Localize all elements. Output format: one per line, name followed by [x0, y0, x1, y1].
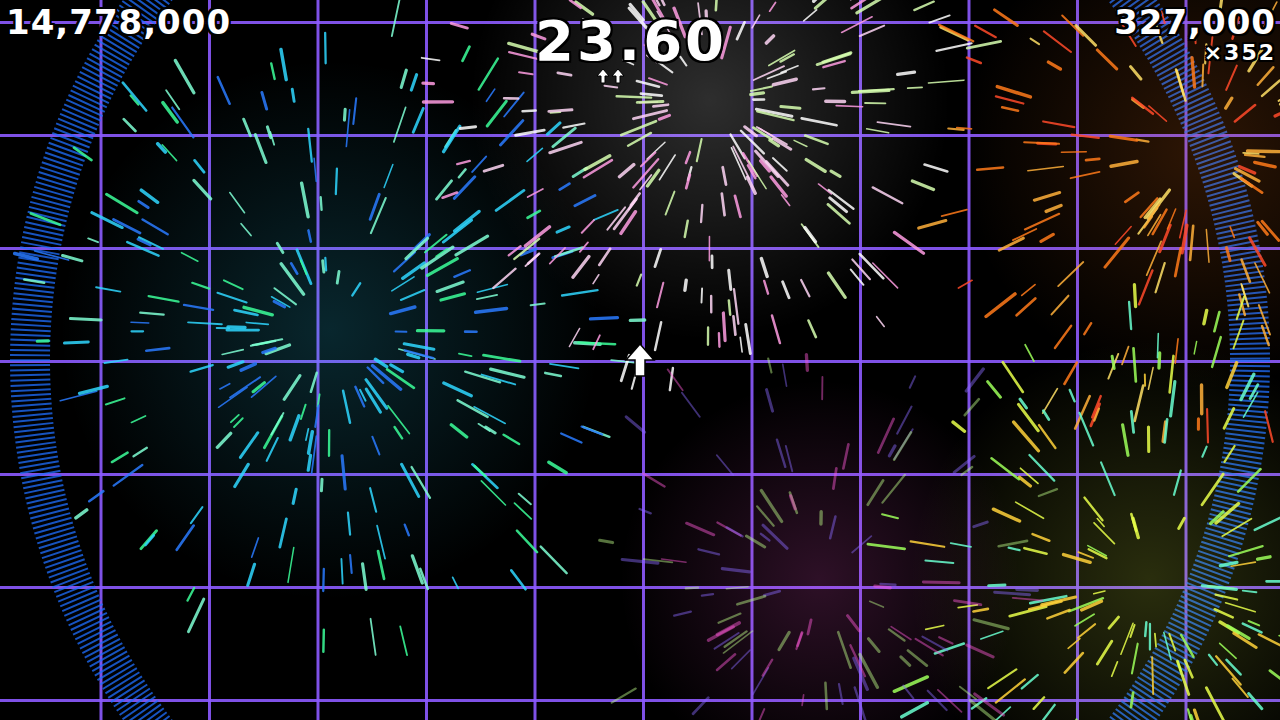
- score: 14,778,000: [6, 4, 231, 41]
- timer: 23.60: [535, 10, 727, 72]
- hud: 14,778,000 23.60 327,000×352: [0, 0, 1280, 720]
- game-screen: 14,778,000 23.60 327,000×352: [0, 0, 1280, 720]
- timer-block: 23.60: [535, 4, 727, 84]
- combo-score: 327,000: [1114, 4, 1276, 41]
- speed-arrow-icon: [611, 68, 625, 84]
- multiplier: ×352: [1204, 41, 1276, 65]
- firework-glow: [960, 0, 1280, 390]
- speed-arrow-icon: [596, 68, 610, 84]
- speed-arrows: [596, 68, 625, 84]
- firework-glow: [470, 0, 950, 340]
- firework-glow: [620, 380, 1020, 720]
- combo-block: 327,000×352: [1114, 4, 1276, 66]
- player-arrow-icon: [622, 342, 658, 378]
